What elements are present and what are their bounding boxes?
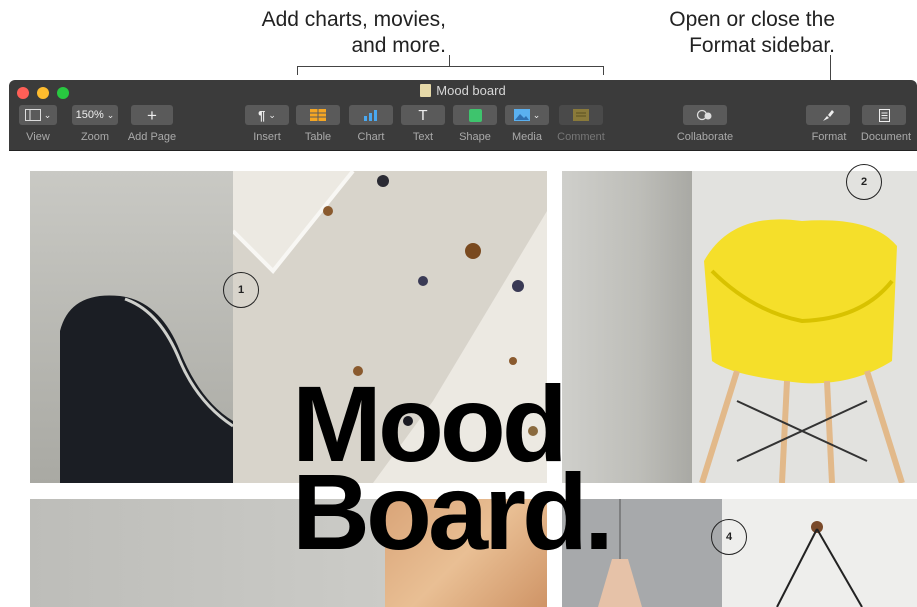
comment-button[interactable] bbox=[559, 105, 603, 125]
chevron-down-icon: ⌄ bbox=[532, 109, 541, 120]
plus-icon: + bbox=[147, 105, 157, 125]
chevron-down-icon: ⌄ bbox=[106, 109, 115, 120]
photo-yellow-chair[interactable] bbox=[692, 171, 917, 483]
hanger-shape bbox=[776, 521, 863, 607]
paintbrush-icon bbox=[823, 109, 834, 121]
collaborate-button[interactable] bbox=[683, 105, 727, 125]
insert-button[interactable]: ¶ ⌄ bbox=[245, 105, 289, 125]
callout-add-charts: Add charts, movies, and more. bbox=[230, 7, 446, 59]
document-button[interactable] bbox=[862, 105, 906, 125]
text-button[interactable]: T bbox=[401, 105, 445, 125]
document-icon bbox=[878, 108, 890, 122]
paragraph-icon: ¶ bbox=[258, 107, 266, 123]
photo-hanger[interactable] bbox=[722, 499, 917, 607]
document-canvas: 1 2 4 Mood Board. bbox=[9, 151, 917, 607]
photo-armchair[interactable] bbox=[30, 171, 233, 483]
pages-window: Mood board ⌄ View 150% ⌄ Zoom + Add Page… bbox=[9, 80, 917, 607]
chevron-down-icon: ⌄ bbox=[43, 109, 52, 120]
view-button[interactable]: ⌄ bbox=[19, 105, 57, 125]
chart-icon bbox=[364, 110, 377, 121]
callout-badge-2: 2 bbox=[846, 164, 882, 200]
media-icon bbox=[513, 109, 530, 121]
toolbar: Mood board ⌄ View 150% ⌄ Zoom + Add Page… bbox=[9, 80, 917, 151]
callout-line: Format sidebar. bbox=[689, 34, 835, 57]
table-icon bbox=[310, 109, 326, 121]
mood-board-headline[interactable]: Mood Board. bbox=[292, 370, 614, 572]
armchair-shape bbox=[60, 295, 233, 483]
collaborate-icon bbox=[696, 109, 712, 121]
chart-button[interactable] bbox=[349, 105, 393, 125]
comment-label: Comment bbox=[557, 131, 605, 143]
yellow-chair-shape bbox=[699, 219, 905, 483]
chevron-down-icon: ⌄ bbox=[268, 109, 276, 120]
document-icon bbox=[420, 84, 432, 97]
callout-line: and more. bbox=[351, 34, 446, 57]
callout-line: Open or close the bbox=[669, 8, 835, 31]
window-title: Mood board bbox=[9, 83, 917, 99]
callout-format-sidebar: Open or close the Format sidebar. bbox=[630, 7, 835, 59]
add-page-label: Add Page bbox=[127, 131, 177, 143]
callout-badge-4: 4 bbox=[711, 519, 747, 555]
table-button[interactable] bbox=[296, 105, 340, 125]
collaborate-label: Collaborate bbox=[676, 131, 734, 143]
callout-line: Add charts, movies, bbox=[261, 8, 446, 31]
shape-icon bbox=[468, 108, 482, 122]
callout-stem bbox=[449, 55, 451, 67]
media-button[interactable]: ⌄ bbox=[505, 105, 549, 125]
window-title-text: Mood board bbox=[436, 83, 506, 98]
add-page-button[interactable]: + bbox=[131, 105, 173, 125]
document-label: Document bbox=[860, 131, 912, 143]
headline-line: Board. bbox=[292, 451, 614, 572]
zoom-select[interactable]: 150% ⌄ bbox=[72, 105, 118, 125]
callout-badge-1: 1 bbox=[223, 272, 259, 308]
format-button[interactable] bbox=[806, 105, 850, 125]
comment-icon bbox=[573, 109, 589, 121]
callout-bracket bbox=[297, 66, 604, 75]
zoom-value: 150% bbox=[75, 109, 104, 121]
sidebar-view-icon bbox=[24, 109, 41, 121]
shape-button[interactable] bbox=[453, 105, 497, 125]
text-icon: T bbox=[418, 106, 428, 124]
